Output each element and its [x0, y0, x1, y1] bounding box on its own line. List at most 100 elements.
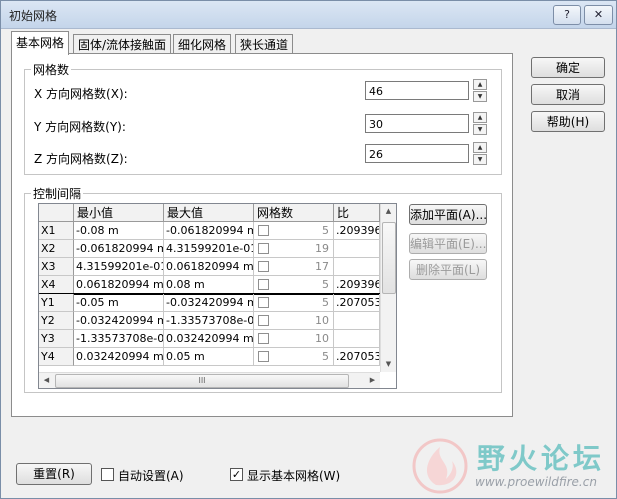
ratio-cell[interactable] [334, 258, 380, 276]
scroll-right-icon[interactable]: ▶ [365, 373, 380, 388]
max-value-cell[interactable]: 4.31599201e-015 [164, 240, 254, 258]
min-value-cell[interactable]: 4.31599201e-015 [74, 258, 164, 276]
column-header-max[interactable]: 最大值 [164, 204, 254, 222]
row-id-cell: Y2 [39, 312, 74, 330]
spin-up-icon[interactable]: ▲ [473, 79, 487, 90]
tab-refine-mesh[interactable]: 细化网格 [173, 34, 232, 55]
y-count-input[interactable]: 30 [365, 114, 469, 133]
grid-count-value: 5 [322, 296, 329, 309]
ok-button[interactable]: 确定 [531, 57, 605, 78]
max-value-cell[interactable]: 0.08 m [164, 276, 254, 294]
ratio-cell[interactable]: .2070532 [334, 348, 380, 366]
x-count-spinner[interactable]: ▲ ▼ [473, 79, 487, 102]
ratio-cell[interactable] [334, 312, 380, 330]
grid-count-cell[interactable]: 5 [254, 294, 334, 312]
max-value-cell[interactable]: -0.032420994 m [164, 294, 254, 312]
auto-settings-checkbox[interactable] [101, 468, 114, 481]
min-value-cell[interactable]: 0.061820994 m [74, 276, 164, 294]
column-header-count[interactable]: 网格数 [254, 204, 334, 222]
scroll-left-icon[interactable]: ◀ [39, 373, 54, 388]
close-icon[interactable]: ✕ [584, 5, 613, 25]
tab-solid-fluid-interface[interactable]: 固体/流体接触面 [73, 34, 172, 55]
grid-count-cell[interactable]: 5 [254, 348, 334, 366]
grid-count-title: 网格数 [31, 61, 72, 78]
max-value-cell[interactable]: 0.032420994 m [164, 330, 254, 348]
title-bar: 初始网格 ? ✕ [1, 1, 616, 29]
help-button[interactable]: 帮助(H) [531, 111, 605, 132]
ratio-cell[interactable]: .2093966 [334, 222, 380, 240]
scroll-up-icon[interactable]: ▲ [381, 204, 396, 219]
ratio-cell[interactable] [334, 330, 380, 348]
grid-count-value: 10 [315, 332, 329, 345]
max-value-cell[interactable]: 0.061820994 m [164, 258, 254, 276]
grid-count-cell[interactable]: 10 [254, 330, 334, 348]
auto-settings-label[interactable]: 自动设置(A) [118, 467, 184, 484]
spin-down-icon[interactable]: ▼ [473, 124, 487, 135]
min-value-cell[interactable]: -1.33573708e-01 [74, 330, 164, 348]
add-plane-button[interactable]: 添加平面(A)... [409, 204, 487, 225]
row-id-cell: X1 [39, 222, 74, 240]
watermark-title: 野火论坛 [477, 442, 606, 475]
cell-checkbox[interactable] [258, 351, 269, 362]
y-count-label: Y 方向网格数(Y): [34, 120, 126, 134]
y-count-spinner[interactable]: ▲ ▼ [473, 112, 487, 135]
column-header-ratio[interactable]: 比 [334, 204, 380, 222]
delete-plane-button[interactable]: 删除平面(L) [409, 259, 487, 280]
spin-up-icon[interactable]: ▲ [473, 112, 487, 123]
row-id-cell: Y3 [39, 330, 74, 348]
max-value-cell[interactable]: -1.33573708e-01 [164, 312, 254, 330]
ratio-cell[interactable]: .2093966 [334, 276, 380, 294]
grid-count-cell[interactable]: 17 [254, 258, 334, 276]
scroll-down-icon[interactable]: ▼ [381, 357, 396, 372]
ratio-cell[interactable]: .2070532 [334, 294, 380, 312]
min-value-cell[interactable]: -0.061820994 m [74, 240, 164, 258]
cell-checkbox[interactable] [258, 225, 269, 236]
row-id-cell: Y4 [39, 348, 74, 366]
cancel-button[interactable]: 取消 [531, 84, 605, 105]
min-value-cell[interactable]: -0.08 m [74, 222, 164, 240]
grid-count-cell[interactable]: 19 [254, 240, 334, 258]
grid-count-cell[interactable]: 10 [254, 312, 334, 330]
x-count-label: X 方向网格数(X): [34, 87, 128, 101]
show-basic-mesh-checkbox[interactable]: ✓ [230, 468, 243, 481]
cell-checkbox[interactable] [258, 261, 269, 272]
cell-checkbox[interactable] [258, 333, 269, 344]
max-value-cell[interactable]: 0.05 m [164, 348, 254, 366]
watermark: 野火论坛 www.proewildfire.cn [401, 433, 616, 498]
spin-down-icon[interactable]: ▼ [473, 154, 487, 165]
z-count-spinner[interactable]: ▲ ▼ [473, 142, 487, 165]
grid-count-value: 5 [322, 350, 329, 363]
cell-checkbox[interactable] [258, 279, 269, 290]
show-basic-mesh-label[interactable]: 显示基本网格(W) [247, 467, 340, 484]
row-id-cell: X2 [39, 240, 74, 258]
help-icon[interactable]: ? [553, 5, 581, 25]
vertical-scroll-thumb[interactable] [382, 222, 396, 294]
horizontal-scrollbar[interactable]: ◀ III ▶ [39, 372, 380, 388]
z-count-input[interactable]: 26 [365, 144, 469, 163]
row-id-cell: Y1 [39, 294, 74, 312]
column-header-min[interactable]: 最小值 [74, 204, 164, 222]
min-value-cell[interactable]: -0.032420994 m [74, 312, 164, 330]
cell-checkbox[interactable] [258, 315, 269, 326]
grid-count-value: 19 [315, 242, 329, 255]
x-count-input[interactable]: 46 [365, 81, 469, 100]
cell-checkbox[interactable] [258, 243, 269, 254]
min-value-cell[interactable]: -0.05 m [74, 294, 164, 312]
tab-narrow-channel[interactable]: 狭长通道 [235, 34, 294, 55]
spin-up-icon[interactable]: ▲ [473, 142, 487, 153]
grid-count-value: 10 [315, 314, 329, 327]
cell-checkbox[interactable] [258, 297, 269, 308]
grid-count-cell[interactable]: 5 [254, 276, 334, 294]
spin-down-icon[interactable]: ▼ [473, 91, 487, 102]
edit-plane-button[interactable]: 编辑平面(E)... [409, 233, 487, 254]
tab-basic-mesh[interactable]: 基本网格 [11, 31, 70, 55]
reset-button[interactable]: 重置(R) [16, 463, 92, 485]
row-id-cell: X3 [39, 258, 74, 276]
ratio-cell[interactable] [334, 240, 380, 258]
vertical-scrollbar[interactable]: ▲ ▼ [380, 204, 396, 372]
max-value-cell[interactable]: -0.061820994 m [164, 222, 254, 240]
horizontal-scroll-thumb[interactable]: III [55, 374, 349, 388]
min-value-cell[interactable]: 0.032420994 m [74, 348, 164, 366]
grid-count-cell[interactable]: 5 [254, 222, 334, 240]
control-spacing-table[interactable]: 最小值 最大值 网格数 比 X1 -0.08 m -0.061820994 m 5 .2… [38, 203, 397, 389]
